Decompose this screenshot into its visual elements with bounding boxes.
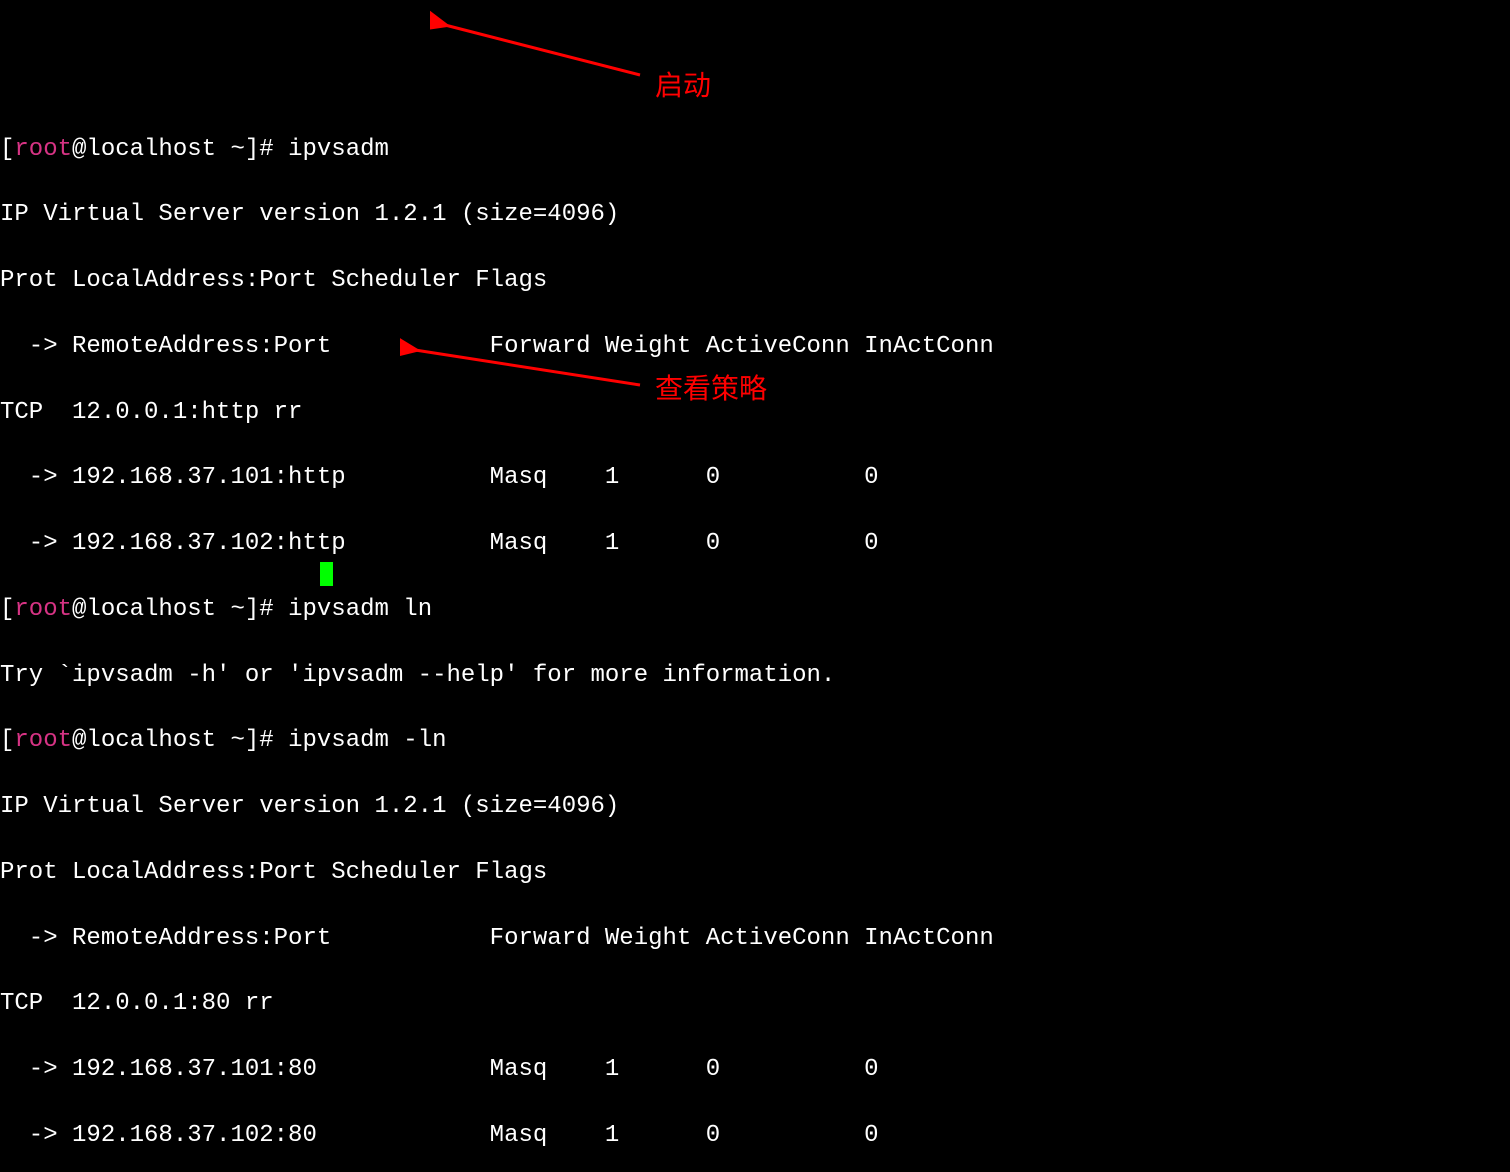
output-line: IP Virtual Server version 1.2.1 (size=40… bbox=[0, 199, 1510, 232]
prompt-host: localhost bbox=[86, 727, 216, 754]
prompt-line-2[interactable]: [root@localhost ~]# ipvsadm ln bbox=[0, 594, 1510, 627]
bracket-open: [ bbox=[0, 136, 14, 163]
output-text: -> 192.168.37.102:80 Masq 1 0 0 bbox=[0, 1122, 1008, 1149]
output-line: Try `ipvsadm -h' or 'ipvsadm --help' for… bbox=[0, 660, 1510, 693]
output-line: Prot LocalAddress:Port Scheduler Flags bbox=[0, 265, 1510, 298]
bracket-close: ] bbox=[245, 136, 259, 163]
prompt-user: root bbox=[14, 596, 72, 623]
prompt-space bbox=[216, 596, 230, 623]
prompt-at: @ bbox=[72, 727, 86, 754]
prompt-host: localhost bbox=[86, 136, 216, 163]
annotation-view-policy: 查看策略 bbox=[655, 370, 767, 408]
output-line: -> RemoteAddress:Port Forward Weight Act… bbox=[0, 923, 1510, 956]
annotation-start: 启动 bbox=[655, 67, 711, 105]
prompt-space bbox=[216, 727, 230, 754]
prompt-user: root bbox=[14, 727, 72, 754]
prompt-user: root bbox=[14, 136, 72, 163]
output-line: -> 192.168.37.102:http Masq 1 0 0 bbox=[0, 528, 1510, 561]
prompt-host: localhost bbox=[86, 596, 216, 623]
output-line: IP Virtual Server version 1.2.1 (size=40… bbox=[0, 791, 1510, 824]
output-line: Prot LocalAddress:Port Scheduler Flags bbox=[0, 857, 1510, 890]
bracket-close: ] bbox=[245, 727, 259, 754]
prompt-at: @ bbox=[72, 596, 86, 623]
prompt-symbol: # bbox=[259, 596, 288, 623]
prompt-at: @ bbox=[72, 136, 86, 163]
bracket-close: ] bbox=[245, 596, 259, 623]
prompt-space bbox=[216, 136, 230, 163]
output-line: -> 192.168.37.101:http Masq 1 0 0 bbox=[0, 462, 1510, 495]
bracket-open: [ bbox=[0, 727, 14, 754]
prompt-symbol: # bbox=[259, 727, 288, 754]
prompt-line-1[interactable]: [root@localhost ~]# ipvsadm bbox=[0, 134, 1510, 167]
terminal-cursor bbox=[320, 562, 333, 586]
prompt-symbol: # bbox=[259, 136, 288, 163]
command-2: ipvsadm ln bbox=[288, 596, 432, 623]
command-1: ipvsadm bbox=[288, 136, 389, 163]
output-line: -> 192.168.37.101:80 Masq 1 0 0 bbox=[0, 1054, 1510, 1087]
prompt-path: ~ bbox=[230, 596, 244, 623]
bracket-open: [ bbox=[0, 596, 14, 623]
prompt-path: ~ bbox=[230, 136, 244, 163]
prompt-path: ~ bbox=[230, 727, 244, 754]
prompt-line-3[interactable]: [root@localhost ~]# ipvsadm -ln bbox=[0, 725, 1510, 758]
output-line: TCP 12.0.0.1:80 rr bbox=[0, 988, 1510, 1021]
command-3: ipvsadm -ln bbox=[288, 727, 446, 754]
output-line-last: -> 192.168.37.102:80 Masq 1 0 0 bbox=[0, 1120, 1510, 1153]
output-line: -> RemoteAddress:Port Forward Weight Act… bbox=[0, 331, 1510, 364]
arrow-annotation-1 bbox=[430, 10, 650, 90]
